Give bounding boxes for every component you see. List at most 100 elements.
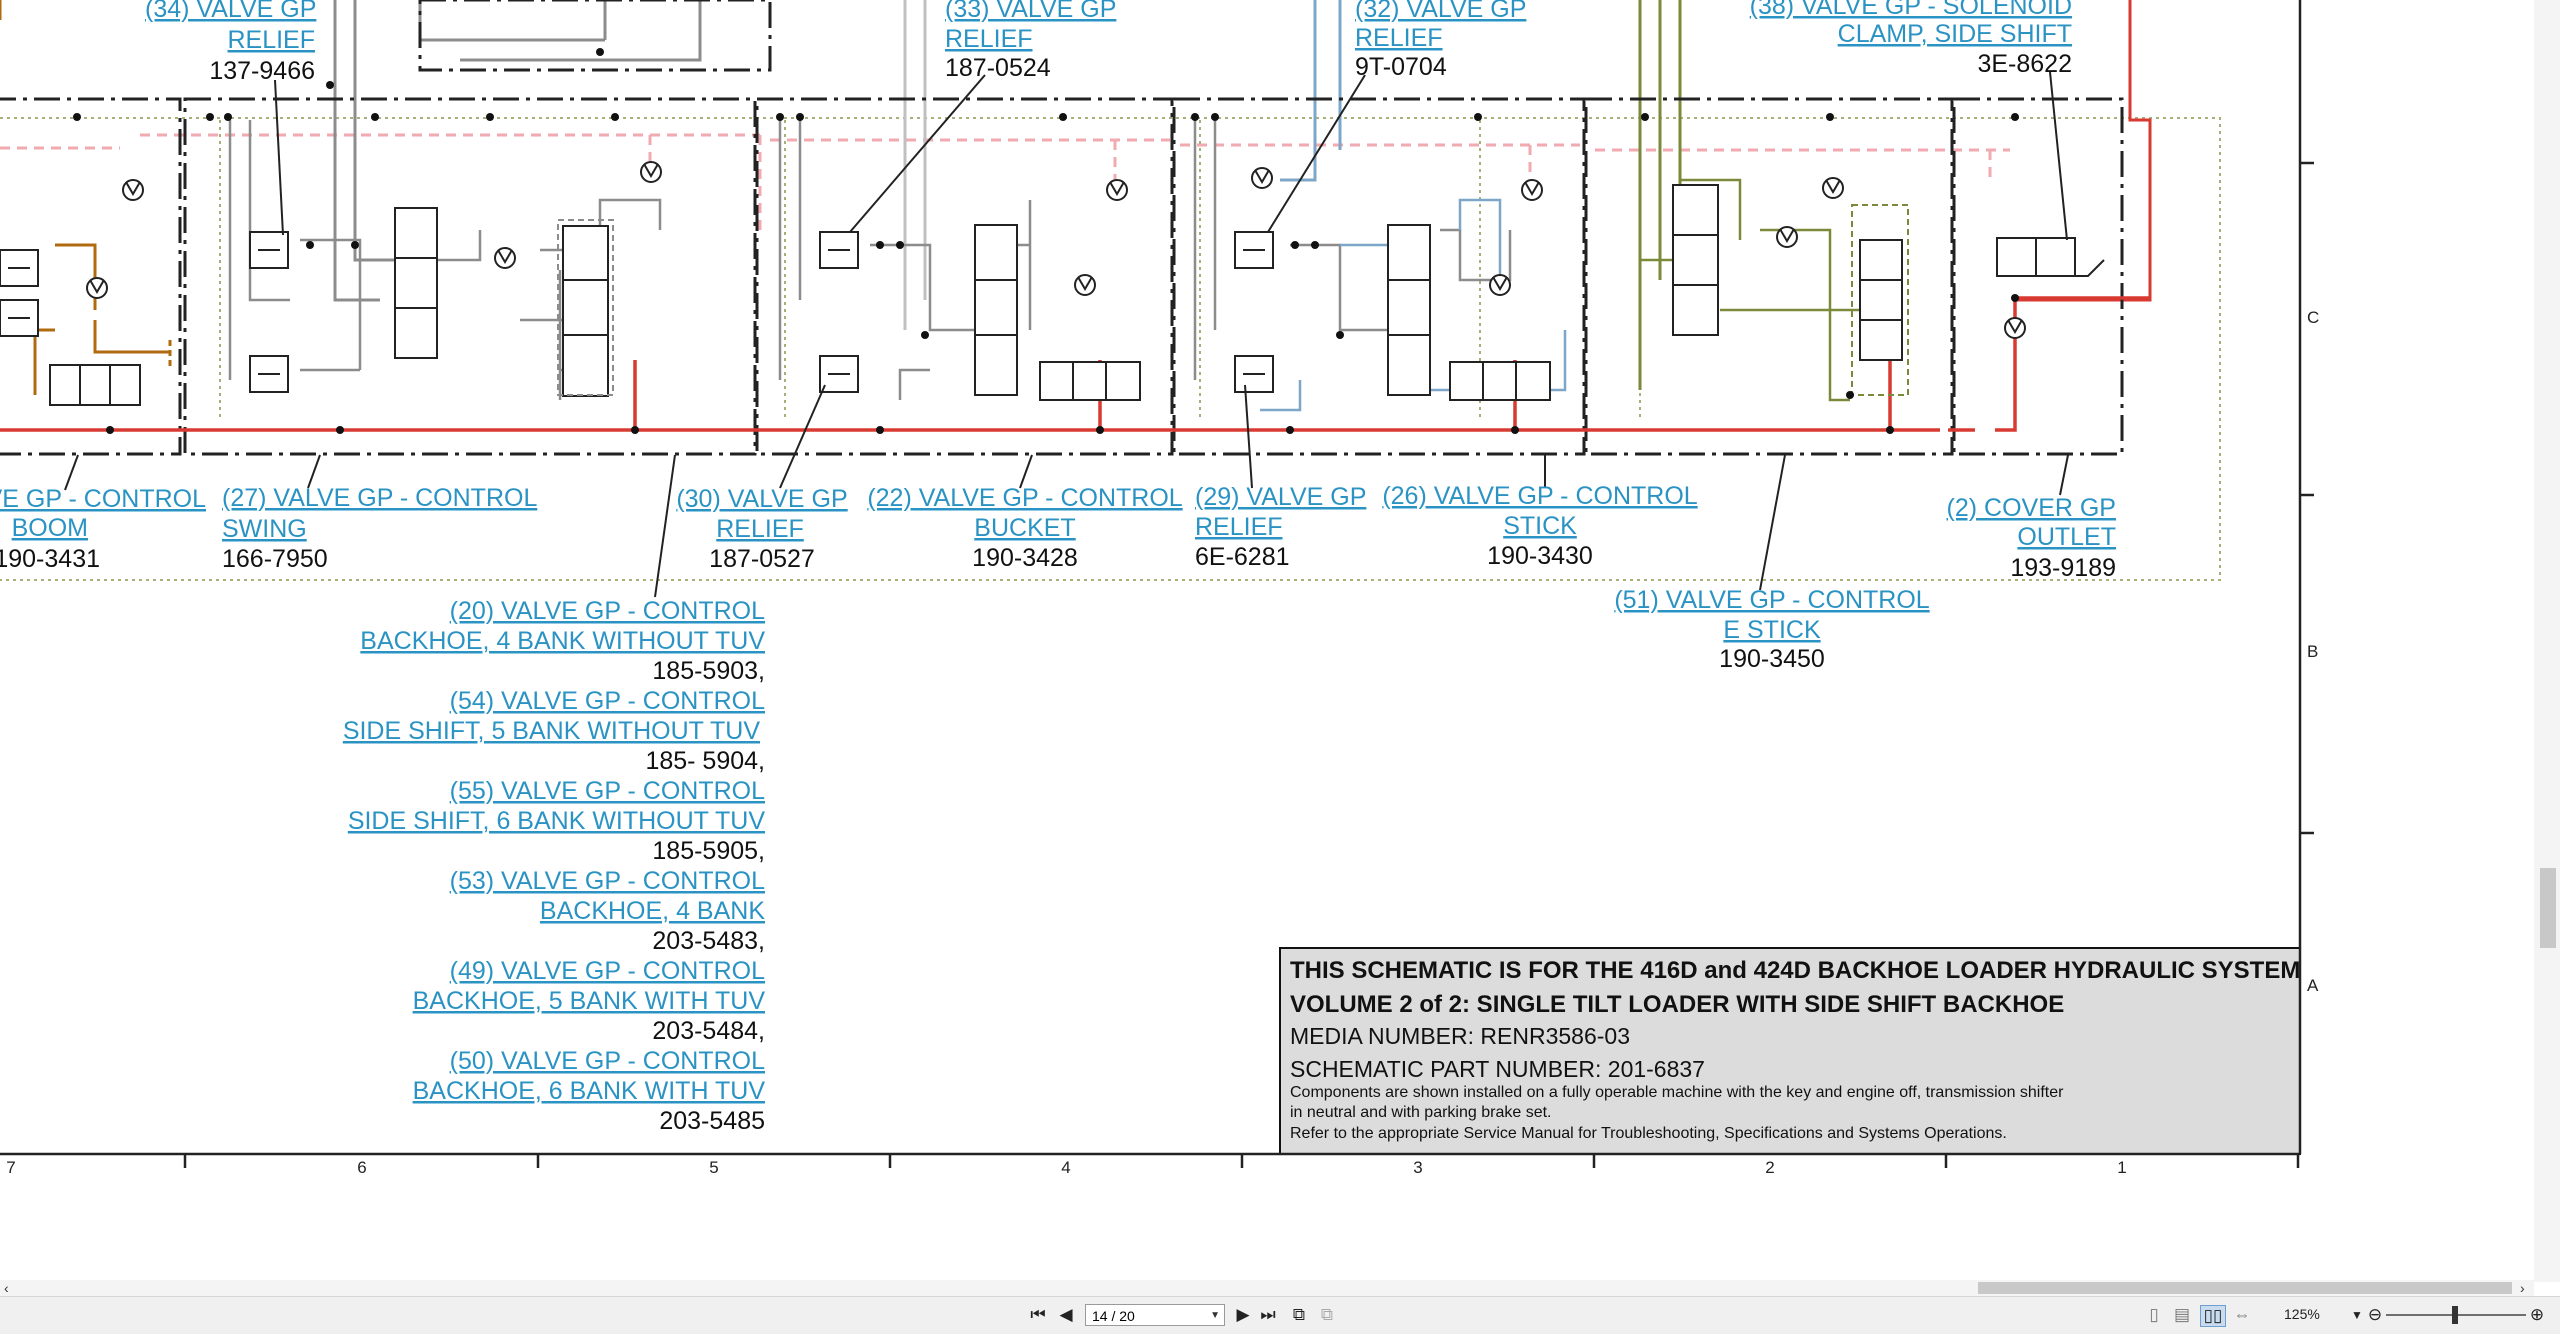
two-page-view-icon[interactable]: ▯▯ bbox=[2200, 1305, 2226, 1327]
label-30-part: 187-0527 bbox=[709, 545, 815, 573]
scroll-left-icon[interactable]: ‹ bbox=[4, 1280, 9, 1296]
label-30-link2: RELIEF bbox=[716, 515, 804, 543]
fit-width-icon[interactable]: ⇔ bbox=[2232, 1305, 2252, 1325]
label-38-link2: CLAMP, SIDE SHIFT bbox=[1838, 20, 2072, 48]
label-55-link: (55) VALVE GP - CONTROL bbox=[450, 777, 765, 805]
paste-page-icon[interactable]: ⧉ bbox=[1316, 1305, 1338, 1325]
column-2: 2 bbox=[1765, 1158, 1774, 1177]
label-32-part: 9T-0704 bbox=[1355, 53, 1447, 81]
label-53-link2: BACKHOE, 4 BANK bbox=[540, 897, 765, 925]
page-dropdown-icon[interactable]: ▼ bbox=[1210, 1305, 1220, 1327]
label-55-part: 185-5905, bbox=[652, 837, 765, 865]
column-5: 5 bbox=[709, 1158, 718, 1177]
note-line-3: Refer to the appropriate Service Manual … bbox=[1290, 1125, 2007, 1142]
title-line-1: THIS SCHEMATIC IS FOR THE 416D and 424D … bbox=[1290, 957, 2300, 984]
label-51-part: 190-3450 bbox=[1719, 645, 1825, 673]
label-22-part: 190-3428 bbox=[972, 544, 1078, 572]
label-22-link: (22) VALVE GP - CONTROL bbox=[867, 484, 1182, 512]
label-26-link2: STICK bbox=[1503, 512, 1577, 540]
document-viewer: (34) VALVE GP RELIEF 137-9466 (33) VALVE… bbox=[0, 0, 2560, 1333]
previous-page-button[interactable]: ◀ bbox=[1056, 1305, 1076, 1325]
label-28-part: 190-3431 bbox=[0, 545, 100, 573]
first-page-button[interactable]: ⏮ bbox=[1028, 1305, 1048, 1325]
column-7: 7 bbox=[6, 1158, 15, 1177]
label-32-link: (32) VALVE GP bbox=[1355, 0, 1526, 23]
label-34-link: (34) VALVE GP bbox=[145, 0, 316, 23]
label-27-link2: SWING bbox=[222, 515, 307, 543]
row-b: B bbox=[2307, 642, 2318, 661]
label-49-link2: BACKHOE, 5 BANK WITH TUV bbox=[413, 987, 766, 1015]
vertical-scroll-thumb[interactable] bbox=[2540, 868, 2556, 948]
note-line-2: in neutral and with parking brake set. bbox=[1290, 1104, 1551, 1121]
note-line-1: Components are shown installed on a full… bbox=[1290, 1084, 2064, 1101]
media-number: MEDIA NUMBER: RENR3586-03 bbox=[1290, 1023, 1630, 1049]
label-54-link: (54) VALVE GP - CONTROL bbox=[450, 687, 765, 715]
zoom-out-icon[interactable]: ⊖ bbox=[2366, 1305, 2384, 1325]
label-29-link: (29) VALVE GP bbox=[1195, 483, 1366, 511]
column-6: 6 bbox=[357, 1158, 366, 1177]
title-line-2: VOLUME 2 of 2: SINGLE TILT LOADER WITH S… bbox=[1290, 991, 2064, 1018]
horizontal-scrollbar[interactable]: ‹ › bbox=[0, 1280, 2534, 1296]
label-27-part: 166-7950 bbox=[222, 545, 328, 573]
next-page-button[interactable]: ▶ bbox=[1233, 1305, 1253, 1325]
horizontal-scroll-thumb[interactable] bbox=[1978, 1282, 2512, 1294]
label-54-part: 185- 5904, bbox=[645, 747, 765, 775]
label-50-part: 203-5485 bbox=[659, 1107, 765, 1135]
label-29-part: 6E-6281 bbox=[1195, 543, 1290, 571]
column-1: 1 bbox=[2117, 1158, 2126, 1177]
label-49-part: 203-5484, bbox=[652, 1017, 765, 1045]
title-block: THIS SCHEMATIC IS FOR THE 416D and 424D … bbox=[1279, 947, 2301, 1155]
copy-page-icon[interactable]: ⧉ bbox=[1288, 1305, 1310, 1325]
label-53-link: (53) VALVE GP - CONTROL bbox=[450, 867, 765, 895]
column-3: 3 bbox=[1413, 1158, 1422, 1177]
zoom-level: 125% bbox=[2284, 1306, 2320, 1322]
label-29-link2: RELIEF bbox=[1195, 513, 1283, 541]
continuous-page-icon[interactable]: ▤ bbox=[2172, 1305, 2192, 1325]
label-26-link: (26) VALVE GP - CONTROL bbox=[1382, 482, 1697, 510]
navigation-bar: ⏮ ◀ 14 / 20 ▼ ▶ ⏭ ⧉ ⧉ ▯ ▤ ▯▯ ⇔ 125% ▼ ⊖ … bbox=[0, 1296, 2560, 1334]
row-c: C bbox=[2307, 308, 2319, 327]
zoom-in-icon[interactable]: ⊕ bbox=[2528, 1305, 2546, 1325]
label-53-part: 203-5483, bbox=[652, 927, 765, 955]
label-2-link2: OUTLET bbox=[2017, 523, 2116, 551]
label-2-part: 193-9189 bbox=[2010, 554, 2116, 582]
label-28-link2: BOOM bbox=[12, 514, 88, 542]
label-38-part: 3E-8622 bbox=[1977, 50, 2072, 78]
label-2-link: (2) COVER GP bbox=[1947, 494, 2116, 522]
last-page-button[interactable]: ⏭ bbox=[1258, 1305, 1278, 1325]
label-33-link: (33) VALVE GP bbox=[945, 0, 1116, 23]
label-55-link2: SIDE SHIFT, 6 BANK WITHOUT TUV bbox=[348, 807, 766, 835]
label-34-part: 137-9466 bbox=[209, 57, 315, 85]
label-32-link2: RELIEF bbox=[1355, 24, 1443, 52]
label-30-link: (30) VALVE GP bbox=[676, 485, 847, 513]
label-54-link2: SIDE SHIFT, 5 BANK WITHOUT TUV bbox=[343, 717, 761, 745]
label-51-link2: E STICK bbox=[1723, 616, 1821, 644]
row-a: A bbox=[2307, 976, 2319, 995]
label-38-link: (38) VALVE GP - SOLENOID bbox=[1750, 0, 2072, 20]
label-33-link2: RELIEF bbox=[945, 25, 1033, 53]
schematic-part-number: SCHEMATIC PART NUMBER: 201-6837 bbox=[1290, 1056, 1705, 1082]
label-28-link: (28) VALVE GP - CONTROL bbox=[0, 485, 206, 513]
label-33-part: 187-0524 bbox=[945, 54, 1051, 82]
label-50-link2: BACKHOE, 6 BANK WITH TUV bbox=[413, 1077, 766, 1105]
vertical-scrollbar[interactable] bbox=[2534, 0, 2560, 1282]
row-markers: C B A bbox=[2307, 308, 2319, 995]
label-22-link2: BUCKET bbox=[974, 514, 1075, 542]
label-34-link2: RELIEF bbox=[227, 26, 315, 54]
label-20-link: (20) VALVE GP - CONTROL bbox=[450, 597, 765, 625]
column-4: 4 bbox=[1061, 1158, 1070, 1177]
label-20-link2: BACKHOE, 4 BANK WITHOUT TUV bbox=[360, 627, 765, 655]
valve-components bbox=[0, 161, 2105, 406]
label-50-link: (50) VALVE GP - CONTROL bbox=[450, 1047, 765, 1075]
zoom-dropdown-icon[interactable]: ▼ bbox=[2350, 1305, 2364, 1325]
page-number-box[interactable]: 14 / 20 ▼ bbox=[1085, 1304, 1225, 1326]
label-51-link: (51) VALVE GP - CONTROL bbox=[1614, 586, 1929, 614]
zoom-slider-thumb[interactable] bbox=[2452, 1306, 2458, 1324]
column-markers: 7 6 5 4 3 2 1 bbox=[6, 1158, 2126, 1177]
label-49-link: (49) VALVE GP - CONTROL bbox=[450, 957, 765, 985]
single-page-icon[interactable]: ▯ bbox=[2144, 1305, 2164, 1325]
label-26-part: 190-3430 bbox=[1487, 542, 1593, 570]
hydraulic-schematic: (34) VALVE GP RELIEF 137-9466 (33) VALVE… bbox=[0, 0, 2319, 1177]
label-27-link: (27) VALVE GP - CONTROL bbox=[222, 484, 537, 512]
scroll-right-icon[interactable]: › bbox=[2520, 1280, 2525, 1296]
